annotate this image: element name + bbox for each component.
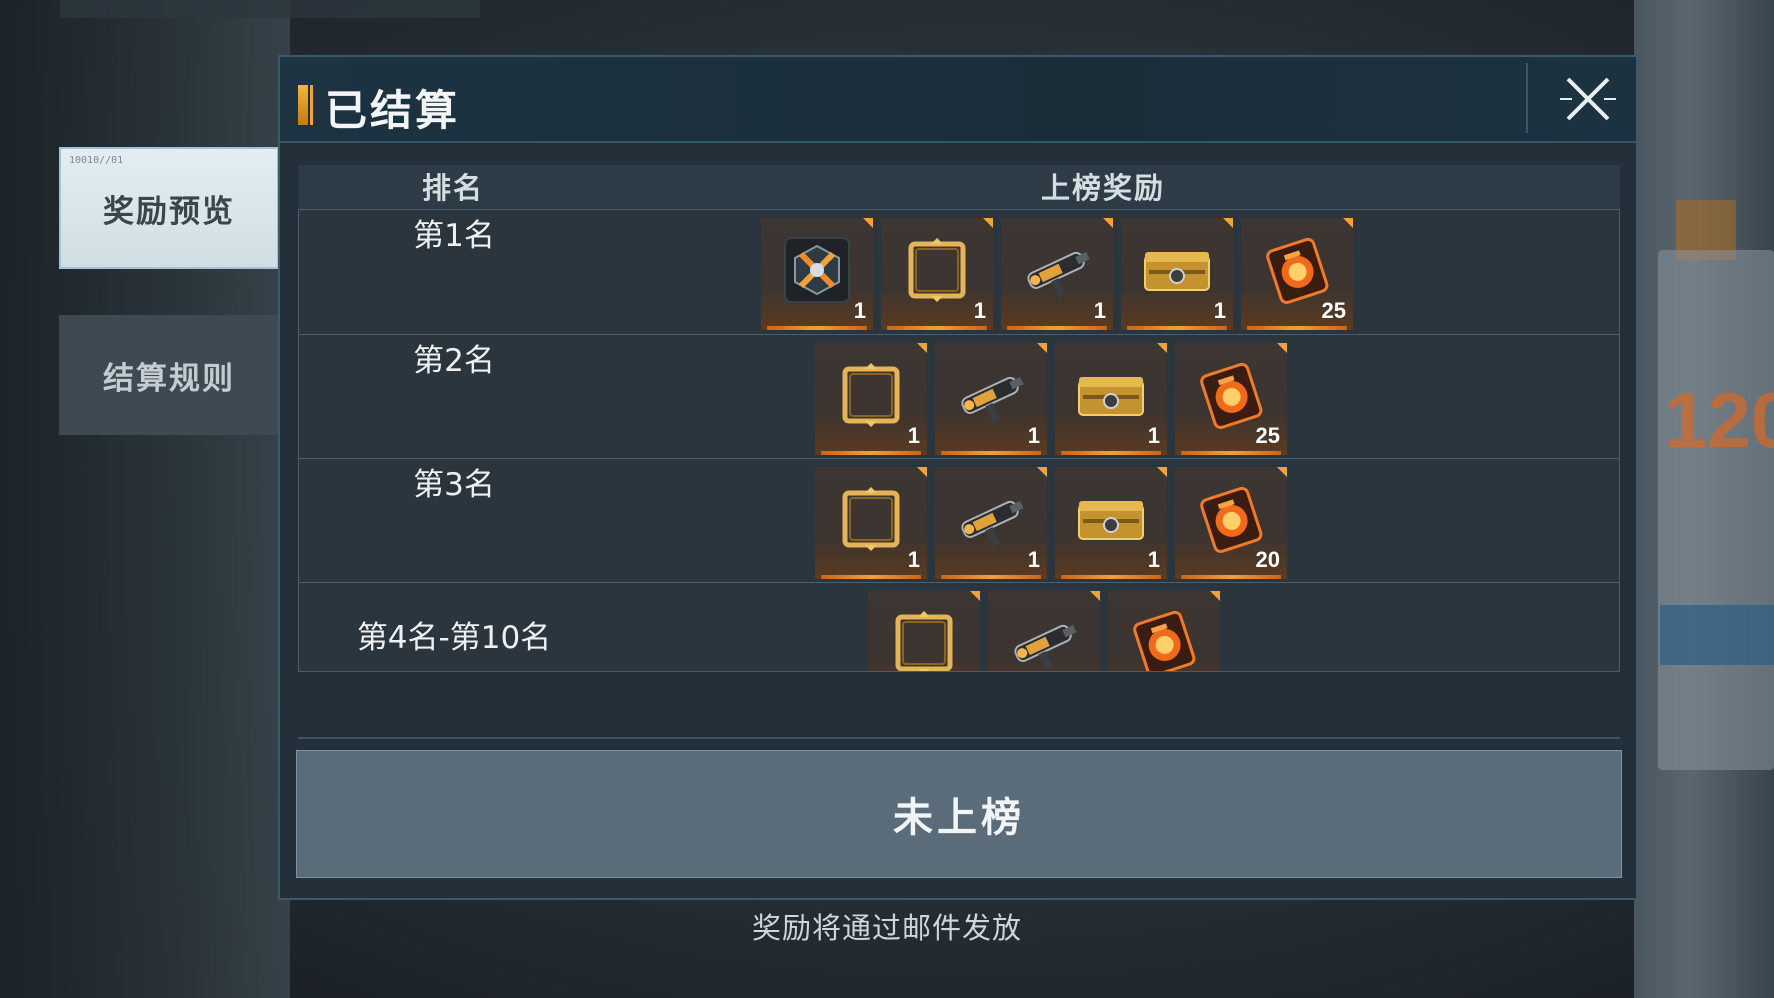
dialog-header: 已结算 bbox=[280, 57, 1636, 143]
reward-quantity: 1 bbox=[1147, 547, 1160, 572]
reward-list: 1 1 1 1 25 bbox=[761, 218, 1353, 330]
reward-quantity: 1 bbox=[1093, 298, 1106, 323]
weapon-icon bbox=[1019, 232, 1095, 308]
reward-list bbox=[868, 591, 1220, 671]
reward-list: 1 1 1 20 bbox=[815, 467, 1287, 579]
reward-item[interactable]: 1 bbox=[815, 343, 927, 455]
gold-crate-icon bbox=[1139, 232, 1215, 308]
reward-list: 1 1 1 25 bbox=[815, 343, 1287, 455]
not-ranked-label: 未上榜 bbox=[893, 795, 1025, 841]
rank-label: 第2名 bbox=[413, 343, 495, 379]
reward-item[interactable]: 25 bbox=[1175, 343, 1287, 455]
gold-frame-icon bbox=[886, 605, 962, 671]
fire-card-icon bbox=[1259, 232, 1335, 308]
list-bottom-divider bbox=[298, 737, 1620, 739]
fire-card-icon bbox=[1193, 481, 1269, 557]
reward-quantity: 1 bbox=[1147, 423, 1160, 448]
reward-item[interactable]: 1 bbox=[1055, 343, 1167, 455]
reward-item[interactable]: 1 bbox=[881, 218, 993, 330]
rank-label: 第4名-第10名 bbox=[356, 620, 552, 656]
reward-item[interactable]: 1 bbox=[1055, 467, 1167, 579]
header-divider bbox=[1526, 63, 1528, 133]
ranking-row: 第1名 1 1 1 1 25 bbox=[298, 209, 1620, 337]
tab-label: 结算规则 bbox=[103, 360, 235, 397]
reward-item[interactable]: 1 bbox=[935, 343, 1047, 455]
reward-quantity: 1 bbox=[853, 298, 866, 323]
reward-item[interactable]: 25 bbox=[1241, 218, 1353, 330]
gold-crate-icon bbox=[1073, 357, 1149, 433]
fire-card-icon bbox=[1126, 605, 1202, 671]
ranking-row: 第3名 1 1 1 20 bbox=[298, 458, 1620, 586]
reward-quantity: 1 bbox=[973, 298, 986, 323]
reward-quantity: 1 bbox=[1213, 298, 1226, 323]
weapon-icon bbox=[953, 481, 1029, 557]
reward-item[interactable]: 1 bbox=[1121, 218, 1233, 330]
reward-quantity: 25 bbox=[1255, 423, 1280, 448]
close-x-icon bbox=[1560, 77, 1616, 121]
not-ranked-row: 未上榜 bbox=[296, 750, 1622, 878]
rank-label: 第3名 bbox=[413, 467, 495, 503]
background-right: 120 bbox=[1634, 0, 1774, 998]
reward-quantity: 25 bbox=[1321, 298, 1346, 323]
background-blue-button bbox=[1660, 605, 1774, 665]
background-number: 120 bbox=[1664, 376, 1774, 464]
reward-item[interactable] bbox=[868, 591, 980, 671]
fire-card-icon bbox=[1193, 357, 1269, 433]
ranking-row: 第4名-第10名 bbox=[298, 582, 1620, 672]
reward-item[interactable]: 1 bbox=[935, 467, 1047, 579]
tab-reward-preview[interactable]: 10010//01 奖励预览 bbox=[59, 147, 299, 269]
close-button[interactable] bbox=[1548, 67, 1628, 131]
tab-code: 10010//01 bbox=[69, 155, 124, 166]
reward-item[interactable] bbox=[988, 591, 1100, 671]
ranking-row: 第2名 1 1 1 25 bbox=[298, 334, 1620, 462]
background-card bbox=[1658, 250, 1774, 770]
settlement-dialog: 已结算 排名 上榜奖励 第1名 1 1 1 1 25 第2名 1 1 1 25 第3名 1 1 1 20 第4名… bbox=[278, 55, 1638, 900]
gold-crate-icon bbox=[1073, 481, 1149, 557]
gold-frame-icon bbox=[833, 357, 909, 433]
tab-label: 奖励预览 bbox=[103, 193, 235, 230]
reward-quantity: 1 bbox=[907, 423, 920, 448]
reward-quantity: 1 bbox=[1027, 423, 1040, 448]
weapon-icon bbox=[1006, 605, 1082, 671]
tab-settlement-rules[interactable]: 结算规则 bbox=[59, 315, 279, 435]
dialog-title: 已结算 bbox=[325, 86, 461, 135]
footer-note: 奖励将通过邮件发放 bbox=[751, 911, 1022, 945]
reward-quantity: 1 bbox=[1027, 547, 1040, 572]
king-badge-icon bbox=[779, 232, 855, 308]
title-accent-bar bbox=[298, 85, 313, 125]
background-top-strip bbox=[60, 0, 480, 18]
reward-item[interactable]: 1 bbox=[761, 218, 873, 330]
rank-label: 第1名 bbox=[413, 218, 495, 254]
gold-frame-icon bbox=[833, 481, 909, 557]
reward-item[interactable] bbox=[1108, 591, 1220, 671]
gold-frame-icon bbox=[899, 232, 975, 308]
weapon-icon bbox=[953, 357, 1029, 433]
reward-item[interactable]: 20 bbox=[1175, 467, 1287, 579]
reward-item[interactable]: 1 bbox=[815, 467, 927, 579]
reward-item[interactable]: 1 bbox=[1001, 218, 1113, 330]
reward-quantity: 20 bbox=[1255, 547, 1280, 572]
reward-quantity: 1 bbox=[907, 547, 920, 572]
